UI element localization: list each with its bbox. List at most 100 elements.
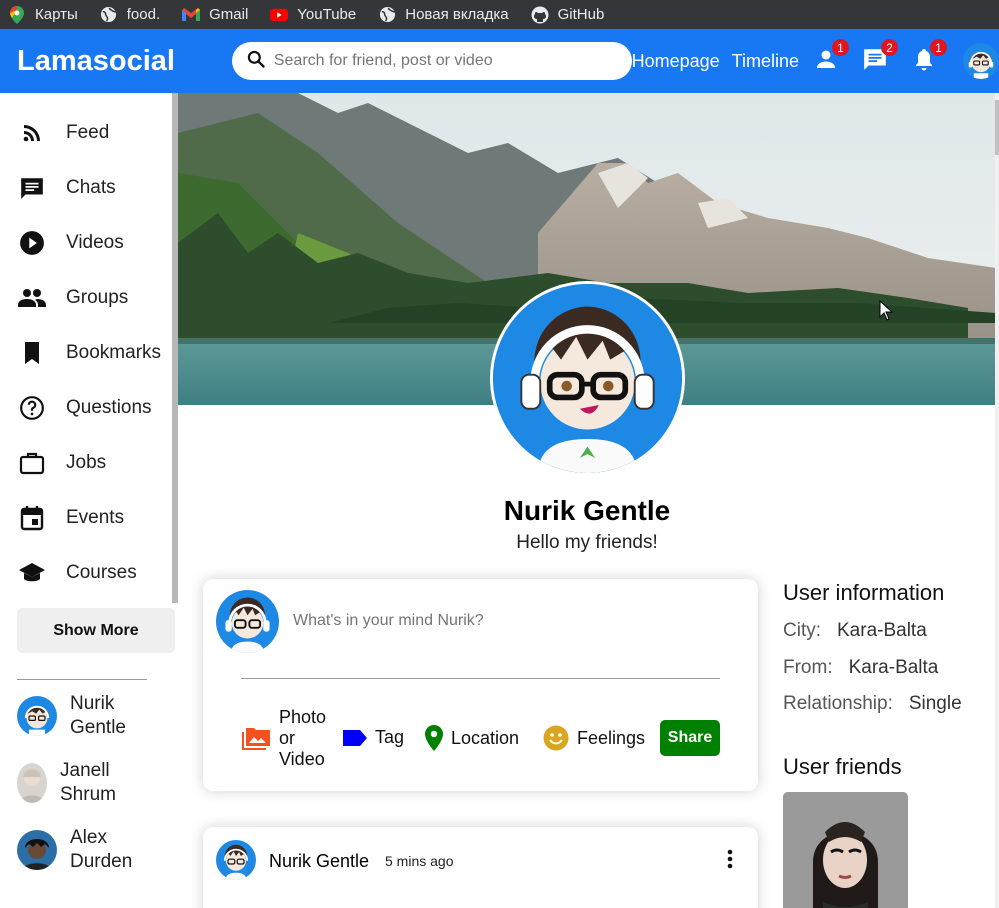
friend-name: Alex Durden: [70, 826, 133, 872]
homepage-link[interactable]: Homepage: [632, 51, 720, 72]
sidebar-item-videos[interactable]: Videos: [0, 215, 178, 270]
gmail-icon: [182, 6, 201, 24]
friend-name: Janell Shrum: [60, 759, 116, 805]
work-outline-icon: [18, 449, 46, 477]
youtube-icon: [270, 6, 289, 24]
sidebar-item-label: Groups: [66, 286, 129, 308]
sidebar-item-groups[interactable]: Groups: [0, 270, 178, 325]
bookmark-icon: [18, 339, 46, 367]
photo-video-option[interactable]: Photo or Video: [241, 707, 329, 770]
info-key: City:: [783, 620, 821, 641]
sidebar-item-feed[interactable]: Feed: [0, 105, 178, 160]
info-row-from: From: Kara-Balta: [783, 657, 938, 679]
profile-avatar: [490, 281, 685, 476]
info-row-city: City: Kara-Balta: [783, 620, 927, 642]
photo-video-label: Photo or Video: [279, 707, 327, 769]
info-key: From:: [783, 657, 833, 678]
topbar: Lamasocial Homepage Timeline 1 2 1: [0, 29, 999, 93]
bookmark-new-tab[interactable]: Новая вкладка: [378, 0, 509, 29]
logo[interactable]: Lamasocial: [17, 45, 232, 78]
post-time: 5 mins ago: [385, 853, 454, 869]
feelings-label: Feelings: [577, 727, 646, 748]
school-icon: [18, 559, 46, 587]
friend-requests-button[interactable]: 1: [813, 39, 849, 74]
bookmark-maps[interactable]: Карты: [8, 0, 78, 29]
tag-option[interactable]: Tag: [343, 727, 404, 748]
location-label: Location: [451, 727, 520, 748]
bookmark-gmail[interactable]: Gmail: [182, 0, 248, 29]
sidebar-item-courses[interactable]: Courses: [0, 545, 178, 600]
more-vert-icon[interactable]: [718, 847, 742, 871]
messages-button[interactable]: 2: [862, 39, 898, 74]
friend-item[interactable]: Janell Shrum: [17, 749, 178, 816]
info-value: Single: [908, 693, 962, 714]
share-box: Photo or Video Tag Location Feelings Sha…: [203, 579, 758, 791]
label-icon: [343, 729, 367, 746]
sidebar-item-jobs[interactable]: Jobs: [0, 435, 178, 490]
globe-icon: [100, 6, 118, 24]
chat-badge: 2: [881, 39, 898, 56]
friend-name: Nurik Gentle: [70, 692, 126, 738]
sidebar-item-label: Chats: [66, 176, 116, 198]
share-button[interactable]: Share: [660, 720, 720, 756]
help-outline-icon: [18, 394, 46, 422]
sidebar-item-label: Questions: [66, 396, 152, 418]
user-info-title: User information: [783, 580, 945, 605]
sidebar-item-label: Feed: [66, 121, 110, 143]
sidebar-item-chats[interactable]: Chats: [0, 160, 178, 215]
chat-icon: [18, 174, 46, 202]
bookmark-label: Gmail: [209, 6, 249, 23]
profile-name: Nurik Gentle: [503, 495, 671, 526]
bookmark-youtube[interactable]: YouTube: [270, 0, 356, 29]
bookmark-label: Новая вкладка: [405, 6, 509, 23]
globe-icon: [378, 6, 396, 24]
rss-feed-icon: [18, 119, 46, 147]
friend-photo[interactable]: [783, 792, 908, 908]
avatar[interactable]: [963, 43, 999, 79]
top-icons: 1 2 1: [813, 39, 999, 79]
sidebar-item-label: Bookmarks: [66, 341, 162, 363]
avatar: [17, 762, 47, 803]
bookmark-food[interactable]: food.: [100, 0, 160, 29]
share-input[interactable]: [293, 612, 723, 630]
search-bar[interactable]: [231, 42, 632, 80]
profile-description: Hello my friends!: [516, 532, 658, 553]
sidebar-item-label: Videos: [66, 231, 124, 253]
avatar[interactable]: [216, 840, 256, 880]
top-links: Homepage Timeline: [632, 51, 811, 72]
sidebar-item-events[interactable]: Events: [0, 490, 178, 545]
bookmark-label: food.: [126, 6, 161, 23]
avatar: [17, 829, 57, 870]
bookmark-github[interactable]: GitHub: [531, 0, 605, 29]
bookmark-label: GitHub: [557, 6, 605, 23]
friend-item[interactable]: Nurik Gentle: [17, 682, 178, 749]
maps-icon: [8, 5, 26, 24]
feelings-option[interactable]: Feelings: [543, 725, 645, 751]
timeline-link[interactable]: Timeline: [732, 51, 799, 72]
sidebar-item-label: Jobs: [66, 451, 107, 473]
sidebar-item-label: Events: [66, 506, 125, 528]
location-option[interactable]: Location: [425, 725, 519, 751]
info-key: Relationship:: [783, 693, 893, 714]
emoji-emotions-icon: [543, 725, 569, 751]
avatar: [216, 590, 279, 653]
search-input[interactable]: [273, 52, 614, 70]
show-more-button[interactable]: Show More: [17, 608, 175, 653]
room-icon: [425, 725, 443, 751]
play-circle-icon: [18, 229, 46, 257]
friend-item[interactable]: Alex Durden: [17, 816, 178, 883]
info-value: Kara-Balta: [848, 657, 939, 678]
page-scrollbar-thumb[interactable]: [995, 100, 999, 155]
sidebar-item-questions[interactable]: Questions: [0, 380, 178, 435]
post-username[interactable]: Nurik Gentle: [269, 851, 369, 872]
avatar: [17, 695, 57, 736]
person-badge: 1: [832, 39, 849, 56]
sidebar-item-label: Courses: [66, 561, 137, 583]
notifications-badge: 1: [930, 39, 947, 56]
bookmarks-bar: Карты food. Gmail YouTube Новая вкладка …: [0, 0, 999, 29]
sidebar-item-bookmarks[interactable]: Bookmarks: [0, 325, 178, 380]
event-icon: [18, 504, 46, 532]
mouse-cursor-icon: [879, 299, 894, 326]
notifications-button[interactable]: 1: [911, 39, 947, 74]
perm-media-icon: [241, 726, 271, 752]
